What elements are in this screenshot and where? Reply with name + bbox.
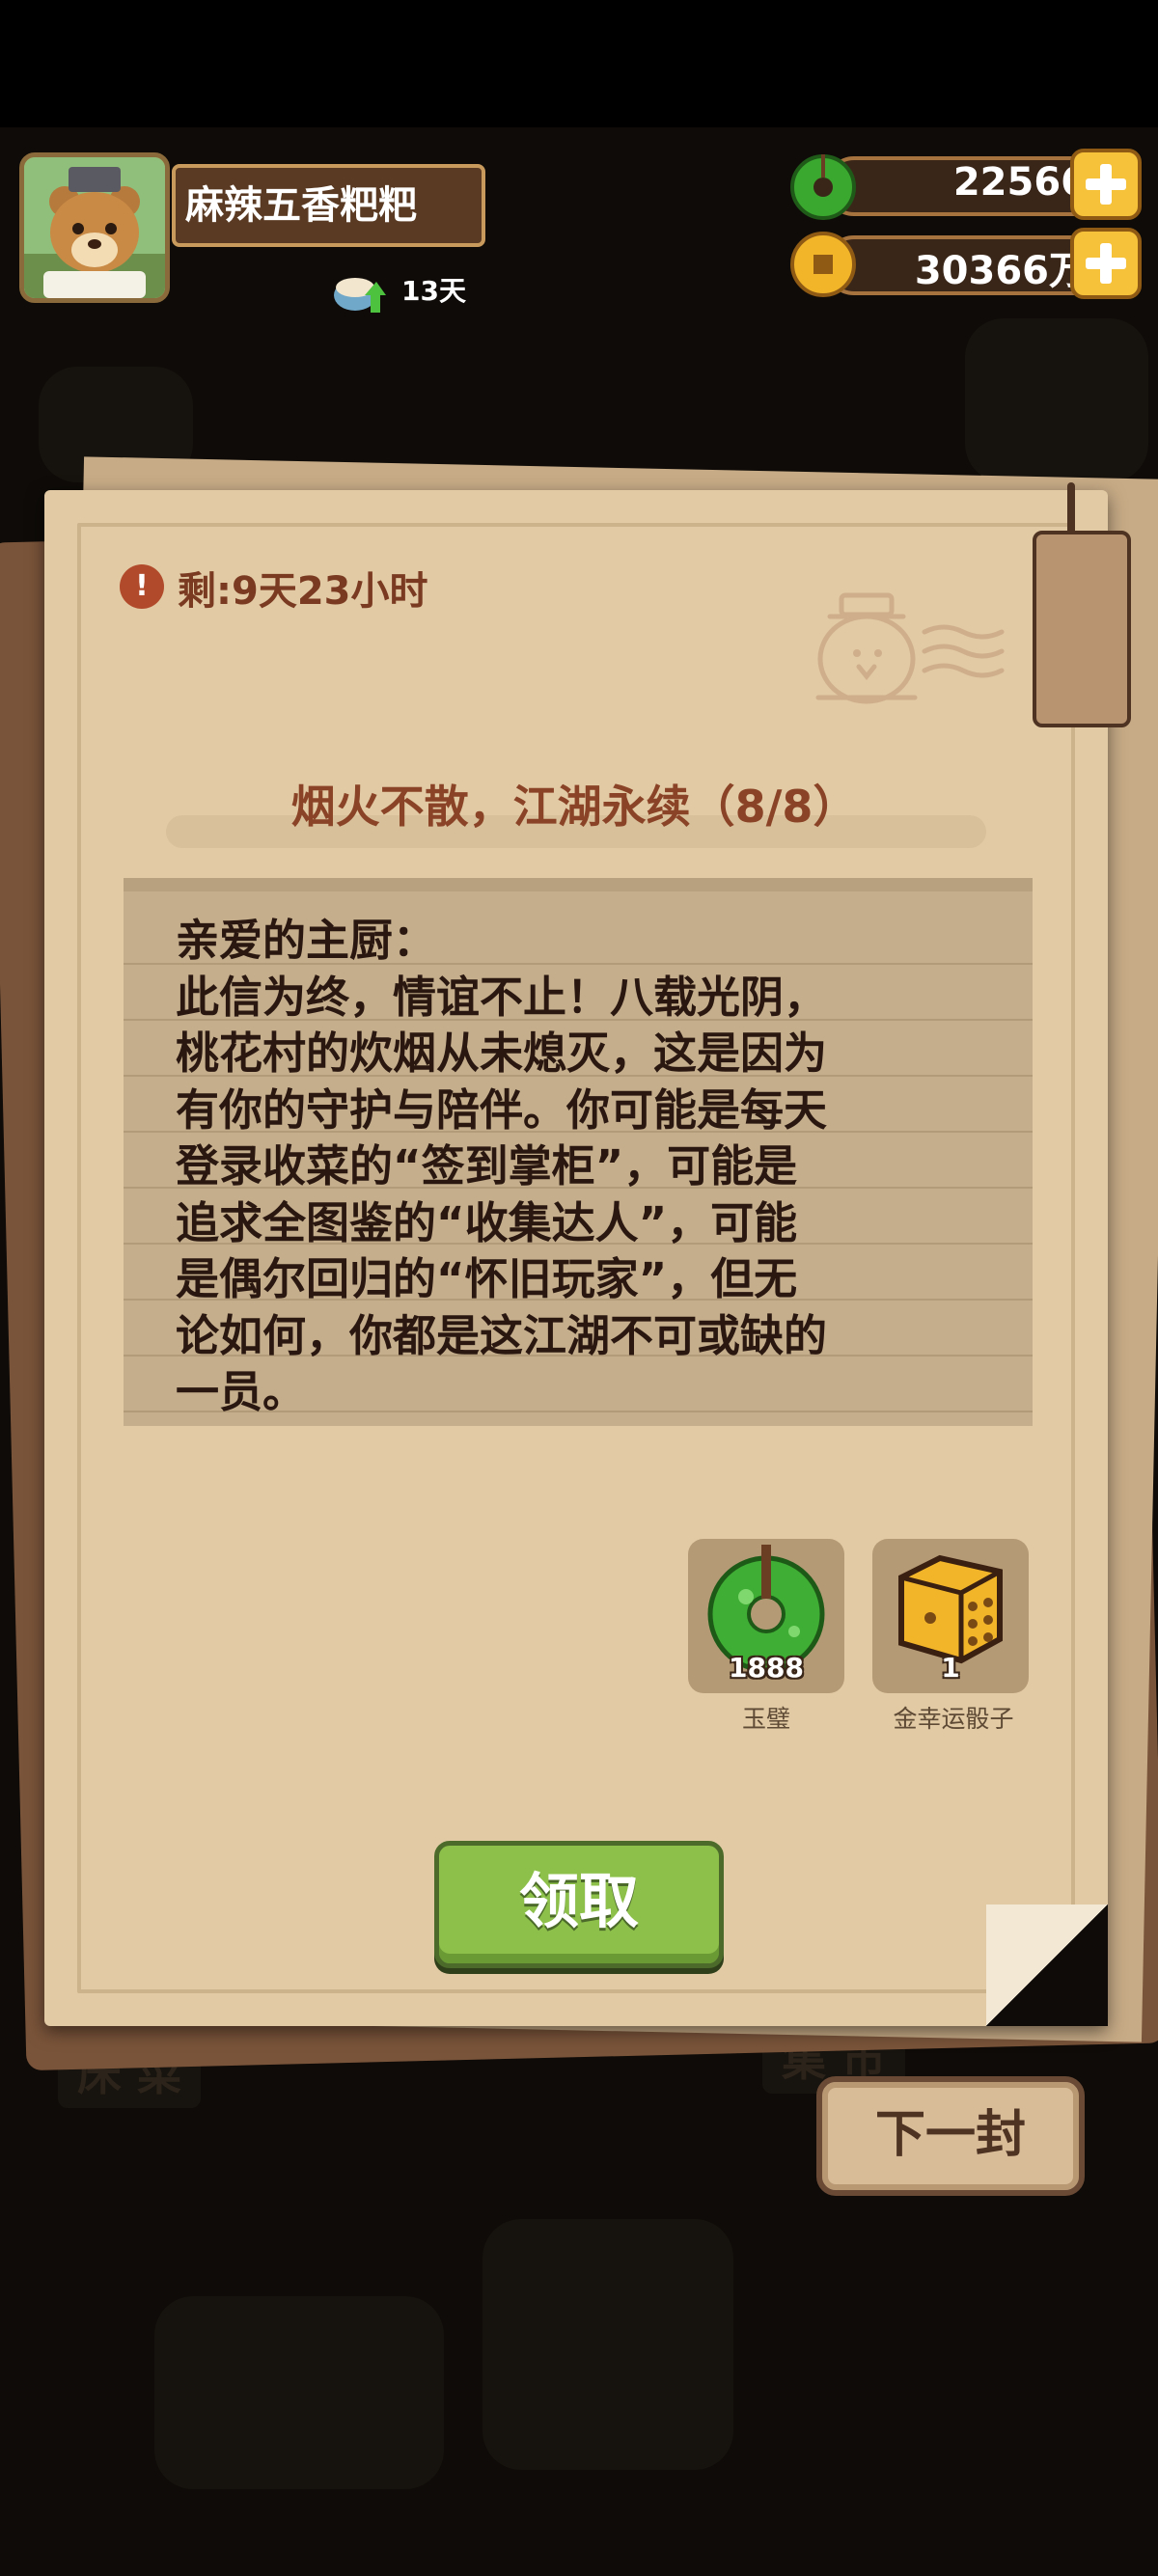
coin-amount: 30366万 <box>914 249 1088 293</box>
jade-amount: 22566 <box>952 160 1088 205</box>
letter-body: 亲爱的主厨： 此信为终，情谊不止！八载光阴， 桃花村的炊烟从未熄灭，这是因为 有… <box>176 915 828 1417</box>
jade-currency: 22566 <box>786 149 1144 220</box>
page-fold <box>986 1905 1108 2026</box>
login-days: 13天 <box>401 275 466 307</box>
reward-label: 金幸运骰子 <box>893 1705 1014 1733</box>
claim-button[interactable]: 领取 <box>434 1841 724 1968</box>
letter-content-box: 亲爱的主厨： 此信为终，情谊不止！八载光阴， 桃花村的炊烟从未熄灭，这是因为 有… <box>124 878 1033 1426</box>
letter-title: 烟火不散，江湖永续（8/8） <box>290 781 858 833</box>
add-jade-button[interactable] <box>1070 149 1142 220</box>
alert-icon: ! <box>120 564 164 609</box>
reward-count: 1 <box>941 1652 960 1684</box>
tag-string <box>1067 482 1075 536</box>
reward-item-jade[interactable]: 1888 <box>688 1539 844 1693</box>
background-decoration <box>482 2219 733 2470</box>
bear-chef-icon <box>24 157 165 298</box>
copper-coin-icon <box>790 232 856 297</box>
jade-icon <box>790 154 856 220</box>
reward-count: 1888 <box>729 1652 804 1684</box>
time-remaining: 剩:9天23小时 <box>178 569 428 614</box>
reward-label: 玉璧 <box>741 1705 790 1733</box>
background-decoration <box>965 318 1148 482</box>
plus-icon <box>1086 243 1126 284</box>
bowl-up-icon <box>334 278 386 313</box>
plus-icon <box>1086 164 1126 205</box>
next-letter-button[interactable]: 下一封 <box>816 2076 1085 2196</box>
add-coin-button[interactable] <box>1070 228 1142 299</box>
duck-stamp-icon <box>815 592 1005 704</box>
player-name: 麻辣五香粑粑 <box>172 164 485 247</box>
coin-currency: 30366万 <box>786 228 1144 299</box>
letter-tag <box>1033 531 1131 727</box>
reward-item-dice[interactable]: 1 <box>872 1539 1029 1693</box>
background-decoration <box>154 2296 444 2489</box>
avatar[interactable] <box>19 152 170 303</box>
status-bar <box>0 0 1158 127</box>
